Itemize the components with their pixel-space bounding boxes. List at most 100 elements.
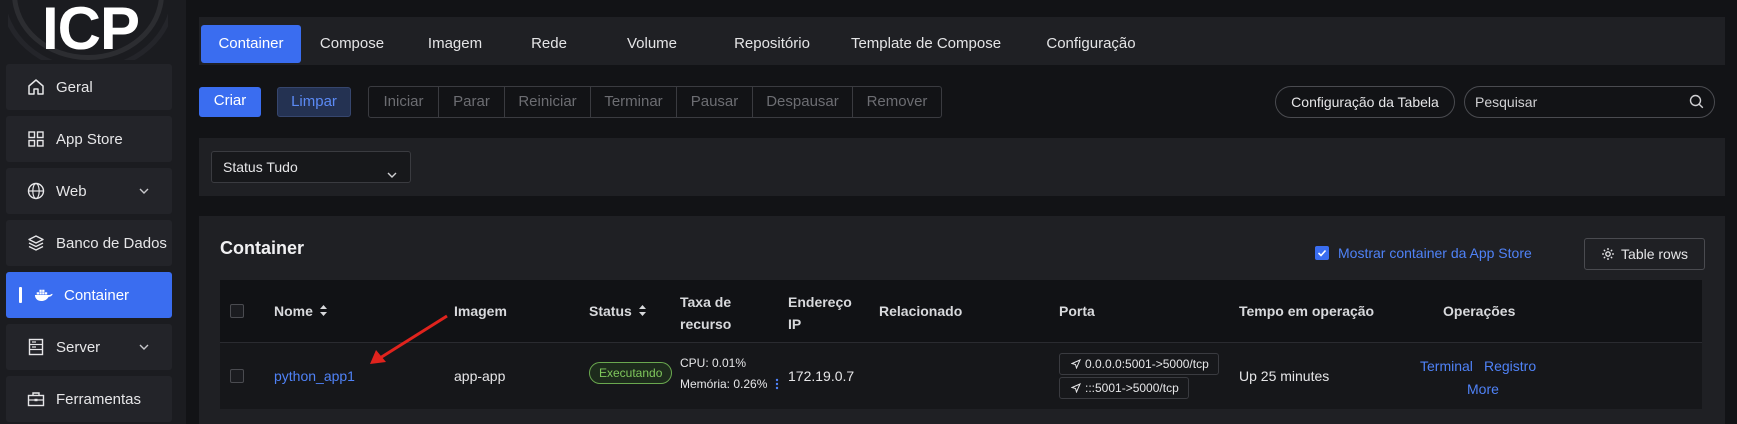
- header-ip-line1: Endereço: [788, 294, 852, 310]
- port-mapping: :::5001->5000/tcp: [1085, 381, 1179, 395]
- sidebar-item-label: Geral: [56, 78, 93, 96]
- memory-usage: Memória: 0.26%: [680, 377, 768, 391]
- sidebar-item-label: Server: [56, 338, 101, 356]
- table-config-button[interactable]: Configuração da Tabela: [1275, 86, 1455, 118]
- stop-button[interactable]: Parar: [439, 87, 505, 117]
- header-resource-line1: Taxa de: [680, 294, 732, 310]
- container-actions-group: Iniciar Parar Reiniciar Terminar Pausar …: [368, 86, 942, 118]
- chevron-down-icon: [386, 161, 398, 191]
- header-ip: Endereço IP: [788, 291, 852, 335]
- memory-usage-line: Memória: 0.26%: [680, 374, 779, 397]
- header-name-label: Nome: [274, 303, 313, 319]
- header-ip-line2: IP: [788, 316, 802, 332]
- header-status[interactable]: Status: [589, 303, 647, 320]
- grid-icon: [26, 129, 46, 149]
- sort-icon: [319, 304, 328, 320]
- table-rows-button[interactable]: Table rows: [1584, 238, 1705, 270]
- log-link[interactable]: Registro: [1484, 358, 1536, 374]
- sort-icon: [638, 304, 647, 320]
- tab-rede[interactable]: Rede: [521, 25, 577, 63]
- checkbox-checked-icon: [1315, 246, 1329, 260]
- sidebar-item-geral[interactable]: Geral: [6, 64, 172, 110]
- kill-button[interactable]: Terminar: [591, 87, 677, 117]
- row-checkbox[interactable]: [230, 369, 244, 383]
- panel-title: Container: [220, 238, 305, 258]
- sidebar-item-label: Ferramentas: [56, 390, 142, 408]
- status-cell: Executando: [589, 362, 673, 384]
- more-link[interactable]: More: [1467, 381, 1499, 397]
- sidebar: ICP Geral App Store Web Banco de Dados C…: [0, 0, 186, 424]
- gear-icon: [1601, 247, 1615, 261]
- uptime: Up 25 minutes: [1239, 368, 1330, 384]
- ip-address: 172.19.0.7: [788, 368, 855, 384]
- tab-repositorio[interactable]: Repositório: [717, 25, 827, 63]
- more-vertical-icon[interactable]: [775, 376, 779, 397]
- search-icon[interactable]: [1689, 94, 1704, 114]
- pause-button[interactable]: Pausar: [677, 87, 753, 117]
- sidebar-item-container[interactable]: Container: [6, 272, 172, 318]
- header-related: Relacionado: [879, 303, 963, 319]
- tab-container[interactable]: Container: [201, 25, 301, 63]
- port-tag[interactable]: :::5001->5000/tcp: [1059, 377, 1189, 399]
- logo-text: ICP: [42, 0, 140, 60]
- tab-imagem[interactable]: Imagem: [415, 25, 495, 63]
- layers-icon: [26, 233, 46, 253]
- sidebar-item-label: Banco de Dados: [56, 234, 167, 252]
- header-resource-line2: recurso: [680, 316, 732, 332]
- chevron-down-icon[interactable]: [138, 340, 150, 357]
- table-rows-label: Table rows: [1621, 246, 1688, 262]
- header-port: Porta: [1059, 303, 1095, 319]
- sidebar-item-banco-de-dados[interactable]: Banco de Dados: [6, 220, 172, 266]
- header-image: Imagem: [454, 303, 507, 319]
- sidebar-item-label: Container: [64, 286, 130, 304]
- sidebar-item-server[interactable]: Server: [6, 324, 172, 370]
- sidebar-nav: Geral App Store Web Banco de Dados Conta…: [6, 64, 172, 424]
- chevron-down-icon[interactable]: [138, 184, 150, 201]
- show-appstore-label: Mostrar container da App Store: [1338, 245, 1532, 261]
- status-filter-select[interactable]: Status Tudo: [211, 151, 411, 183]
- status-filter-label: Status: [223, 159, 263, 175]
- remove-button[interactable]: Remover: [853, 87, 941, 117]
- annotation-arrow-icon: [370, 314, 448, 364]
- status-badge: Executando: [589, 362, 673, 384]
- container-image: app-app: [454, 368, 506, 384]
- globe-icon: [26, 181, 46, 201]
- port-tag[interactable]: 0.0.0.0:5001->5000/tcp: [1059, 353, 1219, 375]
- app-logo[interactable]: ICP: [8, 0, 168, 60]
- sidebar-item-label: App Store: [56, 130, 123, 148]
- cpu-usage: CPU: 0.01%: [680, 356, 747, 370]
- send-icon: [1070, 379, 1081, 399]
- sidebar-item-label: Web: [56, 182, 87, 200]
- tab-bar: Container Compose Imagem Rede Volume Rep…: [199, 17, 1725, 65]
- server-icon: [26, 337, 46, 357]
- header-name[interactable]: Nome: [274, 303, 328, 320]
- header-ops: Operações: [1443, 303, 1516, 319]
- restart-button[interactable]: Reiniciar: [505, 87, 591, 117]
- header-resource: Taxa de recurso: [680, 291, 731, 335]
- tab-template-de-compose[interactable]: Template de Compose: [841, 25, 1011, 63]
- tab-configuracao[interactable]: Configuração: [1029, 25, 1153, 63]
- status-filter-value: Tudo: [266, 159, 298, 175]
- start-button[interactable]: Iniciar: [369, 87, 439, 117]
- port-mapping: 0.0.0.0:5001->5000/tcp: [1085, 357, 1209, 371]
- show-appstore-checkbox[interactable]: Mostrar container da App Store: [1315, 245, 1532, 261]
- tab-volume[interactable]: Volume: [617, 25, 687, 63]
- sidebar-item-web[interactable]: Web: [6, 168, 172, 214]
- filter-panel: Status Tudo: [199, 138, 1725, 196]
- resource-usage: CPU: 0.01% Memória: 0.26%: [680, 353, 779, 397]
- select-all-checkbox[interactable]: [230, 304, 244, 318]
- search-box: [1464, 86, 1715, 118]
- send-icon: [1070, 355, 1081, 375]
- sidebar-item-app-store[interactable]: App Store: [6, 116, 172, 162]
- container-name-link[interactable]: python_app1: [274, 368, 355, 384]
- docker-icon: [34, 285, 54, 305]
- terminal-link[interactable]: Terminal: [1420, 358, 1473, 374]
- search-input[interactable]: [1475, 87, 1675, 117]
- create-button[interactable]: Criar: [199, 87, 261, 117]
- home-icon: [26, 77, 46, 97]
- clean-button[interactable]: Limpar: [277, 87, 351, 117]
- toolbox-icon: [26, 389, 46, 409]
- sidebar-item-ferramentas[interactable]: Ferramentas: [6, 376, 172, 422]
- unpause-button[interactable]: Despausar: [753, 87, 853, 117]
- tab-compose[interactable]: Compose: [309, 25, 395, 63]
